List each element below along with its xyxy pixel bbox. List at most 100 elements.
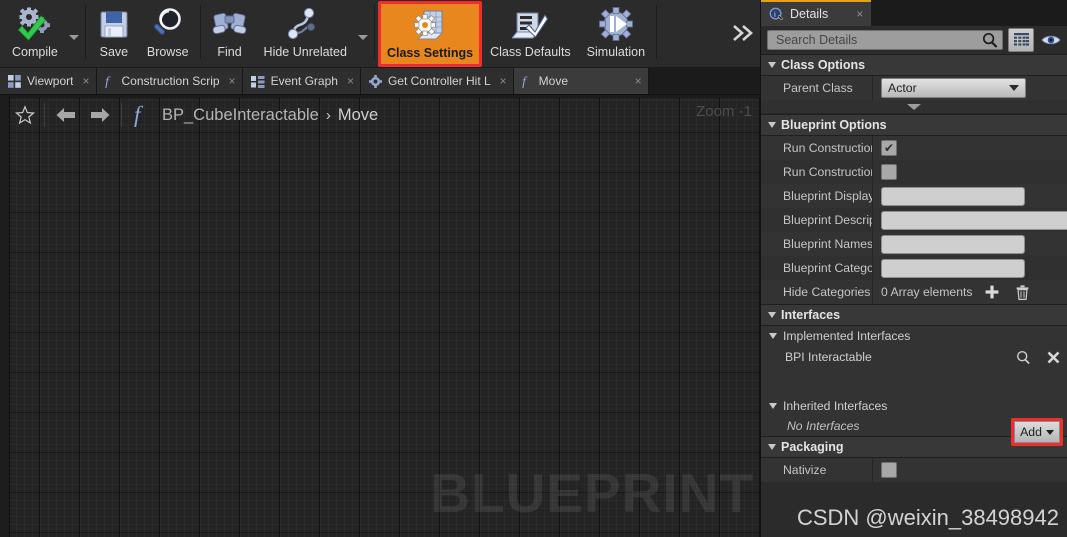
details-search-row — [761, 26, 1067, 54]
graph-left-strip — [0, 95, 10, 537]
section-class-options-header[interactable]: Class Options — [761, 54, 1067, 76]
add-array-element-button[interactable] — [982, 282, 1002, 302]
toolbar-find-label: Find — [217, 45, 242, 59]
section-interfaces-title: Interfaces — [781, 308, 841, 322]
property-label: Run Construction — [761, 136, 873, 160]
property-value: 0 Array elements — [873, 280, 1067, 304]
chevron-down-icon — [769, 403, 777, 409]
hide-unrelated-options-caret[interactable] — [355, 18, 371, 58]
favorite-star-button[interactable] — [10, 105, 40, 125]
section-interfaces-header[interactable]: Interfaces — [761, 304, 1067, 326]
tab-event-graph[interactable]: Event Graph × — [242, 68, 361, 94]
toolbar-compile-button[interactable]: Compile — [4, 0, 66, 66]
property-row-blueprint-category: Blueprint Categor — [761, 256, 1067, 280]
property-value: ✔ — [873, 136, 1067, 160]
tab-details[interactable]: i Details × — [761, 0, 872, 26]
arrow-left-icon — [56, 108, 75, 122]
toolbar-find-button[interactable]: Find — [204, 0, 256, 66]
browse-interface-button[interactable] — [1013, 347, 1033, 367]
tab-close-icon[interactable]: × — [856, 7, 863, 21]
property-value — [873, 160, 1067, 184]
chevron-down-icon — [1046, 429, 1054, 435]
tab-get-controller-hit-location-label: Get Controller Hit L — [387, 74, 491, 88]
tab-construction-script[interactable]: f Construction Scrip × — [96, 68, 243, 94]
tab-close-icon[interactable]: × — [500, 74, 507, 88]
blueprint-display-name-input[interactable] — [881, 186, 1025, 206]
navigate-back-button[interactable] — [49, 106, 83, 124]
gear-play-icon — [598, 4, 634, 44]
property-value — [873, 184, 1067, 208]
plus-icon — [986, 285, 999, 299]
inherited-interfaces-header[interactable]: Inherited Interfaces — [761, 396, 1067, 416]
svg-text:f: f — [105, 75, 111, 88]
tab-close-icon[interactable]: × — [82, 74, 89, 88]
parent-class-dropdown[interactable]: Actor — [881, 78, 1026, 98]
tab-move[interactable]: f Move × — [513, 68, 649, 94]
toolbar-hide-unrelated-button[interactable]: Hide Unrelated — [256, 0, 355, 66]
blueprint-graph-canvas[interactable]: f BP_CubeInteractable › Move Zoom -1 BLU… — [0, 95, 760, 537]
add-interface-button[interactable]: Add — [1014, 421, 1060, 443]
tab-close-icon[interactable]: × — [347, 74, 354, 88]
main-toolbar: Compile Save Browse Find Hide Unrelated … — [0, 0, 760, 68]
property-value: Actor — [873, 76, 1067, 100]
implemented-interface-name: BPI Interactable — [785, 350, 872, 364]
tab-bar-filler — [648, 68, 760, 94]
implemented-interfaces-label: Implemented Interfaces — [783, 329, 911, 343]
property-label: Blueprint Descript — [761, 208, 873, 232]
run-construction-checkbox-unchecked[interactable] — [881, 164, 897, 180]
navigate-forward-button[interactable] — [83, 106, 117, 124]
breadcrumb: f BP_CubeInteractable › Move — [0, 98, 760, 132]
blueprint-description-input[interactable] — [881, 210, 1067, 230]
toolbar-separator — [373, 5, 375, 59]
viewport-grid-icon — [8, 74, 21, 88]
tab-close-icon[interactable]: × — [229, 74, 236, 88]
double-chevron-right-icon — [733, 25, 753, 41]
section-blueprint-options-header[interactable]: Blueprint Options — [761, 114, 1067, 136]
implemented-interfaces-header[interactable]: Implemented Interfaces — [761, 326, 1067, 346]
toolbar-overflow-button[interactable] — [726, 0, 760, 66]
tab-viewport[interactable]: Viewport × — [0, 68, 97, 94]
delete-array-button[interactable] — [1012, 282, 1032, 302]
breadcrumb-root[interactable]: BP_CubeInteractable — [162, 106, 319, 125]
property-row-nativize: Nativize — [761, 458, 1067, 482]
column-view-icon — [1013, 33, 1029, 46]
search-details-box[interactable] — [767, 30, 1003, 50]
toolbar-separator — [199, 5, 201, 59]
implemented-interface-item[interactable]: BPI Interactable — [761, 346, 1067, 368]
visibility-toggle-button[interactable] — [1039, 29, 1063, 51]
tab-move-label: Move — [538, 74, 569, 88]
property-row-hide-categories: Hide Categories 0 Array elements — [761, 280, 1067, 304]
property-label: Run Construction — [761, 160, 873, 184]
details-tab-bar: i Details × — [761, 0, 1067, 26]
toolbar-simulation-button[interactable]: Simulation — [579, 0, 653, 66]
toolbar-class-settings-button[interactable]: Class Settings — [377, 1, 483, 67]
section-packaging-title: Packaging — [781, 440, 844, 454]
run-construction-checkbox-checked[interactable]: ✔ — [881, 140, 897, 156]
breadcrumb-divider — [121, 103, 122, 127]
remove-interface-button[interactable] — [1043, 347, 1063, 367]
class-options-expander[interactable] — [761, 100, 1067, 114]
close-x-icon — [1047, 351, 1059, 363]
tab-event-graph-label: Event Graph — [270, 74, 338, 88]
blueprint-watermark: BLUEPRINT — [430, 462, 754, 524]
blueprint-category-input[interactable] — [881, 258, 1025, 278]
search-input[interactable] — [774, 32, 982, 48]
node-graph-icon — [286, 4, 324, 44]
tab-get-controller-hit-location[interactable]: Get Controller Hit L × — [360, 68, 514, 94]
nativize-checkbox[interactable] — [881, 462, 897, 478]
property-value — [873, 232, 1067, 256]
blueprint-namespace-input[interactable] — [881, 234, 1025, 254]
tab-close-icon[interactable]: × — [635, 74, 642, 88]
interfaces-spacer — [761, 368, 1067, 396]
property-row-blueprint-namespace: Blueprint Namesp — [761, 232, 1067, 256]
breadcrumb-current[interactable]: Move — [338, 106, 378, 125]
column-view-button[interactable] — [1008, 28, 1034, 52]
toolbar-save-button[interactable]: Save — [89, 0, 139, 66]
toolbar-browse-button[interactable]: Browse — [139, 0, 197, 66]
blueprint-editor-window: Compile Save Browse Find Hide Unrelated … — [0, 0, 1067, 537]
favorite-star-icon — [15, 105, 35, 125]
compile-options-caret[interactable] — [66, 18, 82, 58]
toolbar-class-defaults-button[interactable]: Class Defaults — [482, 0, 579, 66]
function-fx-icon: f — [522, 75, 528, 88]
hide-categories-count: 0 Array elements — [881, 285, 973, 299]
